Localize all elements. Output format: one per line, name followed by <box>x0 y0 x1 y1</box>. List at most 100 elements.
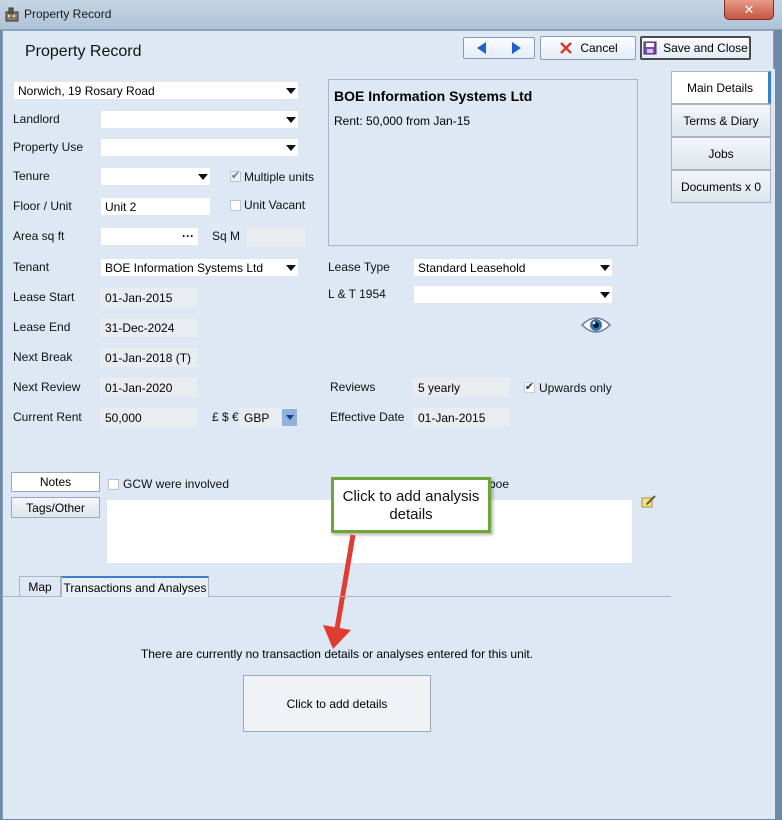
next-break-field: 01-Jan-2018 (T) <box>100 348 197 367</box>
current-rent-label: Current Rent <box>13 410 82 424</box>
currency-value: GBP <box>244 410 270 425</box>
eye-icon[interactable] <box>581 315 611 335</box>
landlord-select[interactable] <box>100 110 299 129</box>
side-tab-main-details[interactable]: Main Details <box>671 71 771 104</box>
property-select[interactable]: Norwich, 19 Rosary Road <box>13 81 299 100</box>
property-use-label: Property Use <box>13 140 84 154</box>
window-title: Property Record <box>24 7 112 21</box>
chevron-down-icon <box>286 117 296 123</box>
tab-map[interactable]: Map <box>19 576 61 597</box>
unit-vacant-label: Unit Vacant <box>244 198 306 212</box>
chevron-down-icon <box>286 88 296 94</box>
close-icon: ✕ <box>743 1 755 17</box>
save-close-label: Save and Close <box>663 41 748 55</box>
partial-label: boe <box>489 477 510 491</box>
area-input[interactable]: ··· <box>100 227 199 246</box>
gcw-label: GCW were involved <box>123 477 230 491</box>
edit-note-icon[interactable] <box>641 494 657 510</box>
help-callout: Click to add analysis details <box>331 477 491 533</box>
lease-start-field: 01-Jan-2015 <box>100 288 197 307</box>
reviews-value: 5 yearly <box>418 380 461 395</box>
title-bar: Property Record ✕ <box>0 0 782 30</box>
lease-start-label: Lease Start <box>13 290 75 304</box>
multiple-units-label: Multiple units <box>244 170 315 184</box>
unit-vacant-checkbox[interactable] <box>230 200 241 211</box>
lt1954-label: L & T 1954 <box>328 287 386 301</box>
next-review-field: 01-Jan-2020 <box>100 378 197 397</box>
currency-symbols-label: £ $ € <box>212 410 239 424</box>
floor-unit-label: Floor / Unit <box>13 199 72 213</box>
currency-dropdown-button[interactable] <box>282 409 297 426</box>
current-rent-value: 50,000 <box>105 410 142 425</box>
effective-date-value: 01-Jan-2015 <box>418 410 486 425</box>
lease-end-field: 31-Dec-2024 <box>100 318 197 337</box>
lease-end-value: 31-Dec-2024 <box>105 320 175 335</box>
gcw-checkbox[interactable] <box>108 479 119 490</box>
window-edge <box>775 30 782 820</box>
reviews-field: 5 yearly <box>413 378 510 397</box>
tenure-select[interactable] <box>100 167 211 186</box>
tenant-label: Tenant <box>13 260 50 274</box>
lease-start-value: 01-Jan-2015 <box>105 290 173 305</box>
upwards-only-label: Upwards only <box>539 381 612 395</box>
tenant-value: BOE Information Systems Ltd <box>105 260 264 275</box>
tab-transactions[interactable]: Transactions and Analyses <box>61 576 209 597</box>
tags-other-tab[interactable]: Tags/Other <box>11 497 100 518</box>
next-review-label: Next Review <box>13 380 81 394</box>
floor-unit-value: Unit 2 <box>105 199 137 214</box>
landlord-label: Landlord <box>13 112 60 126</box>
property-select-value: Norwich, 19 Rosary Road <box>18 83 155 98</box>
summary-title: BOE Information Systems Ltd <box>334 88 533 104</box>
app-icon <box>5 7 19 22</box>
chevron-down-icon <box>198 174 208 180</box>
tenant-summary-panel: BOE Information Systems Ltd Rent: 50,000… <box>328 79 638 246</box>
upwards-only-checkbox[interactable]: ✔ <box>524 382 535 393</box>
nav-buttons <box>463 37 535 59</box>
lease-type-select[interactable]: Standard Leasehold <box>413 258 613 277</box>
chevron-down-icon <box>285 415 294 420</box>
add-details-button[interactable]: Click to add details <box>243 675 431 732</box>
side-tab-terms-diary[interactable]: Terms & Diary <box>671 104 771 137</box>
side-tab-jobs[interactable]: Jobs <box>671 137 771 170</box>
lease-type-label: Lease Type <box>328 260 390 274</box>
cancel-label: Cancel <box>580 41 618 55</box>
arrow-icon <box>323 534 356 649</box>
notes-tab[interactable]: Notes <box>11 472 100 492</box>
lt1954-select[interactable] <box>413 285 613 304</box>
chevron-down-icon <box>286 265 296 271</box>
cancel-button[interactable]: Cancel <box>540 36 636 60</box>
empty-transactions-message: There are currently no transaction detai… <box>140 647 534 661</box>
side-tabs: Main Details Terms & Diary Jobs Document… <box>671 69 775 819</box>
chevron-down-icon <box>286 145 296 151</box>
save-disk-icon <box>643 41 657 55</box>
save-close-button[interactable]: Save and Close <box>640 36 751 60</box>
lease-end-label: Lease End <box>13 320 71 334</box>
next-break-value: 01-Jan-2018 (T) <box>105 350 192 365</box>
property-use-select[interactable] <box>100 138 299 157</box>
tenant-select[interactable]: BOE Information Systems Ltd <box>100 258 299 277</box>
sqm-input <box>247 227 305 246</box>
window-close-button[interactable]: ✕ <box>724 0 774 20</box>
main-panel: Property Record Cancel Save and Close No… <box>3 31 751 819</box>
floor-unit-input[interactable]: Unit 2 <box>100 197 211 216</box>
page-title: Property Record <box>25 43 142 60</box>
area-label: Area sq ft <box>13 229 65 243</box>
current-rent-field: 50,000 <box>100 408 197 427</box>
tenure-label: Tenure <box>13 169 50 183</box>
client-area: Property Record Cancel Save and Close No… <box>2 30 775 819</box>
previous-record-icon[interactable] <box>475 41 487 55</box>
lease-type-value: Standard Leasehold <box>418 260 526 275</box>
currency-select[interactable]: GBP <box>239 408 298 427</box>
reviews-label: Reviews <box>330 380 376 394</box>
summary-rent: Rent: 50,000 from Jan-15 <box>334 114 471 128</box>
sqm-label: Sq M <box>212 229 241 243</box>
side-tab-documents[interactable]: Documents x 0 <box>671 170 771 203</box>
multiple-units-checkbox[interactable]: ✔ <box>230 171 241 182</box>
next-record-icon[interactable] <box>511 41 523 55</box>
area-ellipsis-button[interactable]: ··· <box>182 229 194 243</box>
chevron-down-icon <box>600 292 610 298</box>
effective-date-label: Effective Date <box>330 410 405 424</box>
cancel-x-icon <box>560 42 573 54</box>
chevron-down-icon <box>600 265 610 271</box>
next-break-label: Next Break <box>13 350 73 364</box>
